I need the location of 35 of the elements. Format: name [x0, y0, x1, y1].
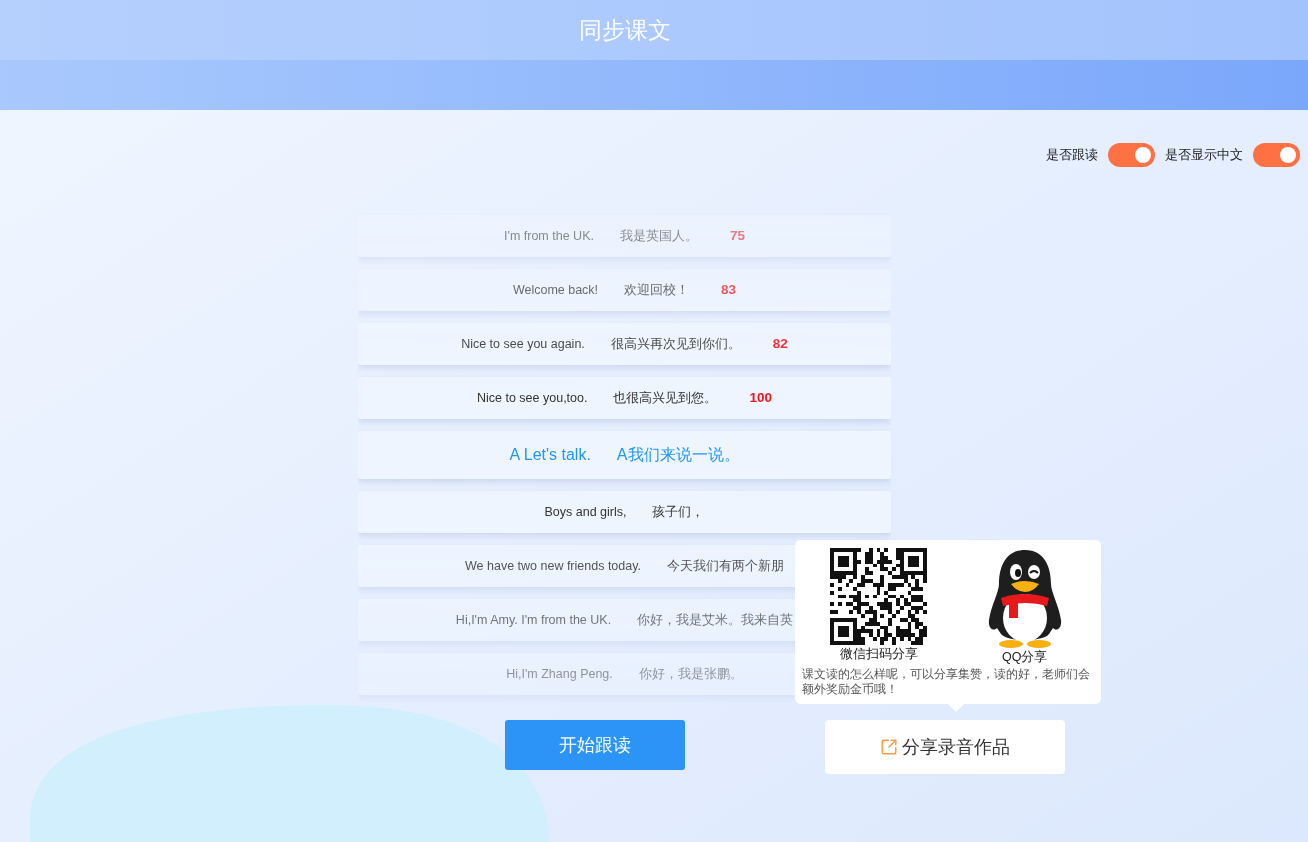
toggle-label: 是否显示中文	[1165, 146, 1243, 165]
score: 83	[721, 280, 737, 299]
sentence-row[interactable]: Welcome back! 欢迎回校！ 83	[358, 269, 891, 311]
chinese-sentence: 也很高兴见到您。	[613, 389, 718, 407]
score: 75	[729, 226, 745, 245]
english-sentence: Hi,I'm Zhang Peng.	[506, 665, 613, 683]
share-recording-button[interactable]: 分享录音作品	[825, 720, 1065, 774]
english-sentence: Welcome back!	[512, 281, 599, 299]
chinese-sentence: 你好，我是张鹏。	[638, 665, 743, 683]
chinese-heading: A我们来说一说。	[616, 445, 740, 465]
toggle-label: 是否跟读	[1046, 146, 1098, 165]
qr-code[interactable]	[830, 548, 928, 645]
chinese-sentence: 很高兴再次见到你们。	[610, 335, 741, 353]
chinese-sentence: 孩子们，	[652, 503, 705, 521]
english-sentence: Hi,I'm Amy. I'm from the UK.	[455, 611, 612, 629]
chinese-sentence: 我是英国人。	[619, 227, 698, 245]
share-option-label[interactable]: QQ分享	[1002, 648, 1048, 667]
score: 82	[772, 334, 788, 353]
english-sentence: Nice to see you,too.	[477, 389, 588, 407]
chinese-sentence: 欢迎回校！	[624, 281, 690, 299]
sentence-row[interactable]: Nice to see you,too. 也很高兴见到您。 100	[358, 377, 891, 419]
english-heading: A Let's talk.	[509, 445, 591, 465]
sentence-row[interactable]: Nice to see you again. 很高兴再次见到你们。 82	[358, 323, 891, 365]
chinese-sentence: 你好，我是艾米。我来自英	[637, 611, 794, 629]
page-title: 同步课文	[579, 15, 671, 45]
english-sentence: Nice to see you again.	[461, 335, 585, 353]
chinese-sentence: 今天我们有两个新朋	[667, 557, 784, 575]
sentence-row[interactable]: Boys and girls, 孩子们，	[358, 491, 891, 533]
share-icon	[880, 738, 898, 756]
score: 100	[749, 388, 772, 407]
toggle-switch[interactable]	[1108, 143, 1155, 167]
toggle-switch[interactable]	[1253, 143, 1300, 167]
english-sentence: Boys and girls,	[544, 503, 627, 521]
english-sentence: I'm from the UK.	[504, 227, 594, 245]
english-sentence: We have two new friends today.	[465, 557, 641, 575]
